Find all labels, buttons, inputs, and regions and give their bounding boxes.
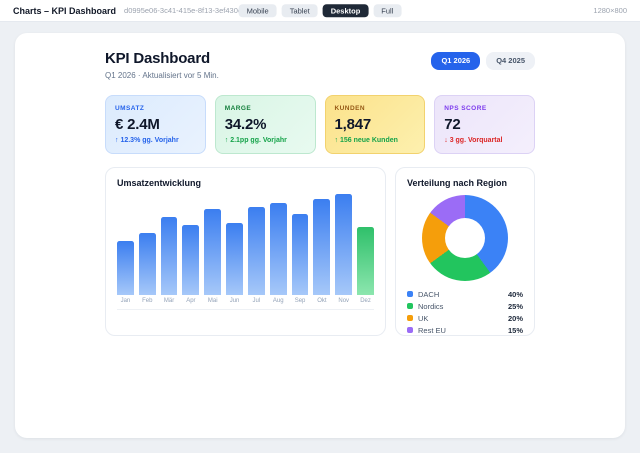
x-tick-jul: Jul <box>248 298 265 304</box>
kpi-card-row: UMSATZ € 2.4M ↑ 12.3% gg. Vorjahr MARGE 34.2… <box>105 95 535 154</box>
legend-swatch-uk <box>407 315 413 321</box>
legend-swatch-rest-eu <box>407 327 413 333</box>
resolution-readout: 1280×800 <box>593 6 627 15</box>
bar-nov <box>335 194 352 295</box>
bar-feb <box>139 233 156 295</box>
kpi-value: 1,847 <box>335 116 416 133</box>
period-button-q1-2026[interactable]: Q1 2026 <box>431 52 480 70</box>
bar-column-feb <box>139 194 156 295</box>
bar-column-aug <box>270 194 287 295</box>
donut-legend: DACH 40% Nordics 25% UK 20% Rest EU 15% <box>407 288 523 336</box>
bar-apr <box>182 225 199 295</box>
viewport-button-full[interactable]: Full <box>373 4 401 18</box>
legend-value: 15% <box>508 326 523 335</box>
bar-chart-plot <box>117 194 374 295</box>
legend-row-dach: DACH 40% <box>407 288 523 300</box>
donut-chart <box>422 195 508 281</box>
donut-chart-title: Verteilung nach Region <box>407 178 523 188</box>
legend-swatch-nordics <box>407 303 413 309</box>
x-tick-dez: Dez <box>357 298 374 304</box>
legend-row-rest-eu: Rest EU 15% <box>407 324 523 336</box>
top-bar: Charts – KPI Dashboard d0995e06-3c41-415… <box>0 0 640 22</box>
dashboard-header: KPI Dashboard Q1 2026 · Aktualisiert vor… <box>105 50 535 80</box>
kpi-value: 34.2% <box>225 116 306 133</box>
kpi-delta: ↑ 12.3% gg. Vorjahr <box>115 137 196 144</box>
kpi-card-kunden: KUNDEN 1,847 ↑ 156 neue Kunden <box>325 95 426 154</box>
legend-swatch-dach <box>407 291 413 297</box>
charts-row: Umsatzentwicklung Jan Feb Mär Apr Mai Jun Jul A… <box>105 167 535 336</box>
kpi-card-marge: MARGE 34.2% ↑ 2.1pp gg. Vorjahr <box>215 95 316 154</box>
bar-column-jan <box>117 194 134 295</box>
x-tick-okt: Okt <box>313 298 330 304</box>
bar-jan <box>117 241 134 295</box>
bar-jul <box>248 207 265 295</box>
bar-chart-x-axis: Jan Feb Mär Apr Mai Jun Jul Aug Sep Okt Nov Dez <box>117 298 374 310</box>
x-tick-m-r: Mär <box>161 298 178 304</box>
bar-okt <box>313 199 330 295</box>
x-tick-feb: Feb <box>139 298 156 304</box>
x-tick-jun: Jun <box>226 298 243 304</box>
kpi-value: 72 <box>444 116 525 133</box>
viewport-button-mobile[interactable]: Mobile <box>239 4 277 18</box>
legend-value: 20% <box>508 314 523 323</box>
bar-column-jul <box>248 194 265 295</box>
bar-column-m-r <box>161 194 178 295</box>
legend-value: 40% <box>508 290 523 299</box>
kpi-delta: ↑ 2.1pp gg. Vorjahr <box>225 137 306 144</box>
period-switcher: Q1 2026 Q4 2025 <box>431 52 535 70</box>
bar-column-nov <box>335 194 352 295</box>
page-title: KPI Dashboard <box>105 50 219 67</box>
bar-m-r <box>161 217 178 295</box>
x-tick-mai: Mai <box>204 298 221 304</box>
legend-label: UK <box>418 314 428 323</box>
x-tick-apr: Apr <box>182 298 199 304</box>
kpi-label: NPS SCORE <box>444 105 525 112</box>
bar-aug <box>270 203 287 295</box>
donut-chart-card: Verteilung nach Region DACH 40% Nordics 25%… <box>395 167 535 336</box>
kpi-label: UMSATZ <box>115 105 196 112</box>
kpi-card-nps-score: NPS SCORE 72 ↓ 3 gg. Vorquartal <box>434 95 535 154</box>
kpi-delta: ↓ 3 gg. Vorquartal <box>444 137 525 144</box>
page-background: KPI Dashboard Q1 2026 · Aktualisiert vor… <box>0 22 640 449</box>
legend-row-nordics: Nordics 25% <box>407 300 523 312</box>
x-tick-sep: Sep <box>292 298 309 304</box>
legend-value: 25% <box>508 302 523 311</box>
bar-column-apr <box>182 194 199 295</box>
kpi-label: MARGE <box>225 105 306 112</box>
kpi-value: € 2.4M <box>115 116 196 133</box>
bar-jun <box>226 223 243 295</box>
legend-label: DACH <box>418 290 439 299</box>
viewport-button-desktop[interactable]: Desktop <box>323 4 369 18</box>
bar-column-mai <box>204 194 221 295</box>
page-subtitle: Q1 2026 · Aktualisiert vor 5 Min. <box>105 71 219 80</box>
bar-column-okt <box>313 194 330 295</box>
bar-column-dez <box>357 194 374 295</box>
preview-canvas: KPI Dashboard Q1 2026 · Aktualisiert vor… <box>15 33 625 438</box>
window-title: Charts – KPI Dashboard <box>13 6 116 16</box>
viewport-switcher: Mobile Tablet Desktop Full <box>239 4 402 18</box>
bar-column-sep <box>292 194 309 295</box>
bar-dez <box>357 227 374 295</box>
bar-chart-title: Umsatzentwicklung <box>117 178 374 188</box>
x-tick-aug: Aug <box>270 298 287 304</box>
kpi-label: KUNDEN <box>335 105 416 112</box>
viewport-button-tablet[interactable]: Tablet <box>282 4 318 18</box>
x-tick-nov: Nov <box>335 298 352 304</box>
legend-label: Nordics <box>418 302 443 311</box>
x-tick-jan: Jan <box>117 298 134 304</box>
bar-mai <box>204 209 221 295</box>
kpi-delta: ↑ 156 neue Kunden <box>335 137 416 144</box>
legend-label: Rest EU <box>418 326 446 335</box>
legend-row-uk: UK 20% <box>407 312 523 324</box>
bar-sep <box>292 214 309 295</box>
kpi-card-umsatz: UMSATZ € 2.4M ↑ 12.3% gg. Vorjahr <box>105 95 206 154</box>
bar-column-jun <box>226 194 243 295</box>
bar-chart-card: Umsatzentwicklung Jan Feb Mär Apr Mai Jun Jul A… <box>105 167 386 336</box>
period-button-q4-2025[interactable]: Q4 2025 <box>486 52 535 70</box>
